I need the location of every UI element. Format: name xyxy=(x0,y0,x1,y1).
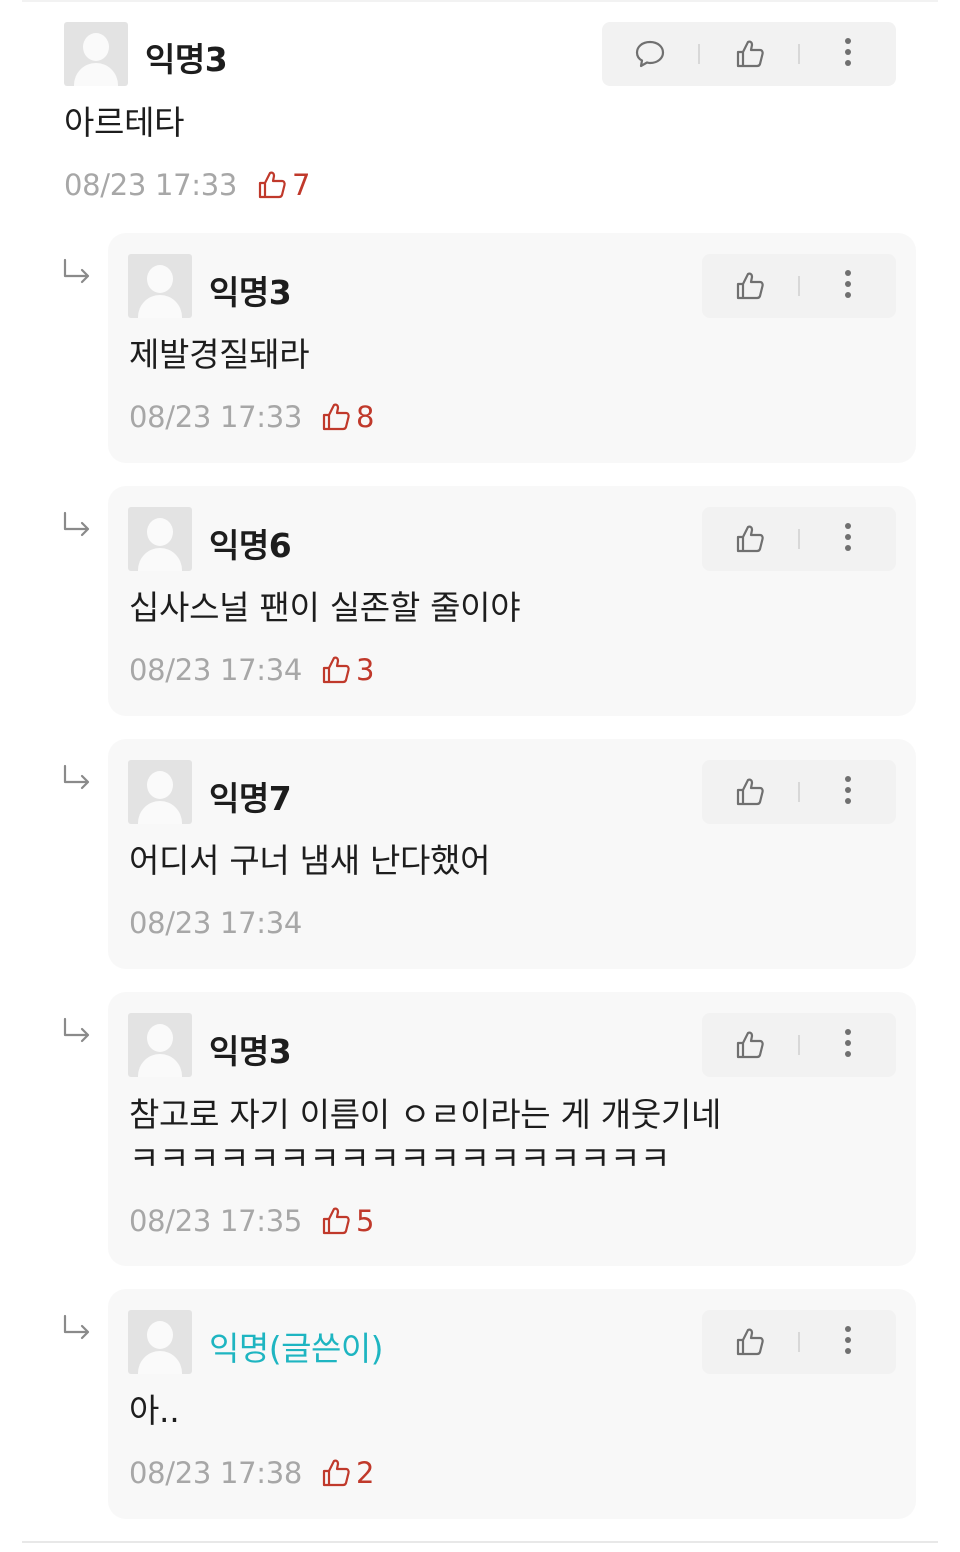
comment-text: 아르테타 xyxy=(64,103,185,142)
more-options-icon[interactable] xyxy=(845,270,851,303)
thumbs-up-icon[interactable] xyxy=(730,254,770,318)
reply-arrow-icon xyxy=(62,764,92,790)
like-count: 8 xyxy=(320,400,374,434)
thumbs-up-icon[interactable] xyxy=(730,760,770,824)
bottom-divider xyxy=(22,1541,938,1543)
more-options-icon[interactable] xyxy=(845,523,851,556)
comment-text: 아.. xyxy=(129,1391,180,1430)
action-separator xyxy=(698,44,700,64)
action-separator xyxy=(798,44,800,64)
reply-comment: 익명(글쓴이) 아.. 08/23 17:38 2 xyxy=(108,1289,916,1519)
action-separator xyxy=(798,529,800,549)
like-count: 2 xyxy=(320,1456,374,1490)
like-count: 3 xyxy=(320,653,374,687)
avatar xyxy=(128,1310,192,1374)
thumbs-up-icon[interactable] xyxy=(730,1013,770,1077)
comment-author: 익명3 xyxy=(209,273,292,312)
more-options-icon[interactable] xyxy=(845,1029,851,1062)
avatar xyxy=(128,254,192,318)
like-count: 5 xyxy=(320,1204,374,1238)
action-separator xyxy=(798,782,800,802)
reply-comment: 익명6 십사스널 팬이 실존할 줄이야 08/23 17:34 3 xyxy=(108,486,916,716)
comment-text: 어디서 구너 냄새 난다했어 xyxy=(129,841,491,880)
comment-actions xyxy=(702,760,896,824)
like-count: 7 xyxy=(256,168,310,202)
comment-timestamp: 08/23 17:34 xyxy=(129,653,303,687)
comment-text-line: ㅋㅋㅋㅋㅋㅋㅋㅋㅋㅋㅋㅋㅋㅋㅋㅋㅋㅋ xyxy=(129,1139,671,1178)
comment-actions xyxy=(702,1013,896,1077)
comment-timestamp: 08/23 17:34 xyxy=(129,906,303,940)
comment-timestamp: 08/23 17:35 xyxy=(129,1204,303,1238)
reply-comment: 익명7 어디서 구너 냄새 난다했어 08/23 17:34 xyxy=(108,739,916,969)
reply-arrow-icon xyxy=(62,1017,92,1043)
reply-arrow-icon xyxy=(62,258,92,284)
action-separator xyxy=(798,1035,800,1055)
reply-arrow-icon xyxy=(62,1314,92,1340)
reply-comment: 익명3 제발경질돼라 08/23 17:33 8 xyxy=(108,233,916,463)
comment-icon[interactable] xyxy=(630,22,670,86)
comment-actions xyxy=(702,254,896,318)
avatar xyxy=(128,760,192,824)
avatar xyxy=(64,22,128,86)
comment-text: 제발경질돼라 xyxy=(129,335,310,374)
thumbs-up-icon xyxy=(320,1457,352,1489)
thumbs-up-icon xyxy=(320,401,352,433)
comment-timestamp: 08/23 17:38 xyxy=(129,1456,303,1490)
action-separator xyxy=(798,276,800,296)
top-divider xyxy=(22,0,938,2)
comment-actions xyxy=(602,22,896,86)
thumbs-up-icon[interactable] xyxy=(730,22,770,86)
reply-arrow-icon xyxy=(62,511,92,537)
thumbs-up-icon xyxy=(320,654,352,686)
thumbs-up-icon[interactable] xyxy=(730,1310,770,1374)
avatar xyxy=(128,507,192,571)
comment-author: 익명3 xyxy=(209,1032,292,1071)
comment-author: 익명6 xyxy=(209,526,292,565)
action-separator xyxy=(798,1332,800,1352)
avatar xyxy=(128,1013,192,1077)
reply-comment: 익명3 참고로 자기 이름이 ㅇㄹ이라는 게 개웃기네 ㅋㅋㅋㅋㅋㅋㅋㅋㅋㅋㅋㅋ… xyxy=(108,992,916,1266)
comment-author: 익명3 xyxy=(145,40,228,79)
comment-actions xyxy=(702,507,896,571)
comment-timestamp: 08/23 17:33 xyxy=(64,168,238,202)
thumbs-up-icon xyxy=(256,169,288,201)
comment-author-op: 익명(글쓴이) xyxy=(209,1329,384,1368)
thumbs-up-icon xyxy=(320,1205,352,1237)
comment-text-line: 참고로 자기 이름이 ㅇㄹ이라는 게 개웃기네 xyxy=(129,1095,722,1134)
more-options-icon[interactable] xyxy=(845,776,851,809)
comment-text: 십사스널 팬이 실존할 줄이야 xyxy=(129,588,521,627)
comment-timestamp: 08/23 17:33 xyxy=(129,400,303,434)
more-options-icon[interactable] xyxy=(845,38,851,71)
comment-actions xyxy=(702,1310,896,1374)
more-options-icon[interactable] xyxy=(845,1326,851,1359)
thumbs-up-icon[interactable] xyxy=(730,507,770,571)
comment-author: 익명7 xyxy=(209,779,292,818)
